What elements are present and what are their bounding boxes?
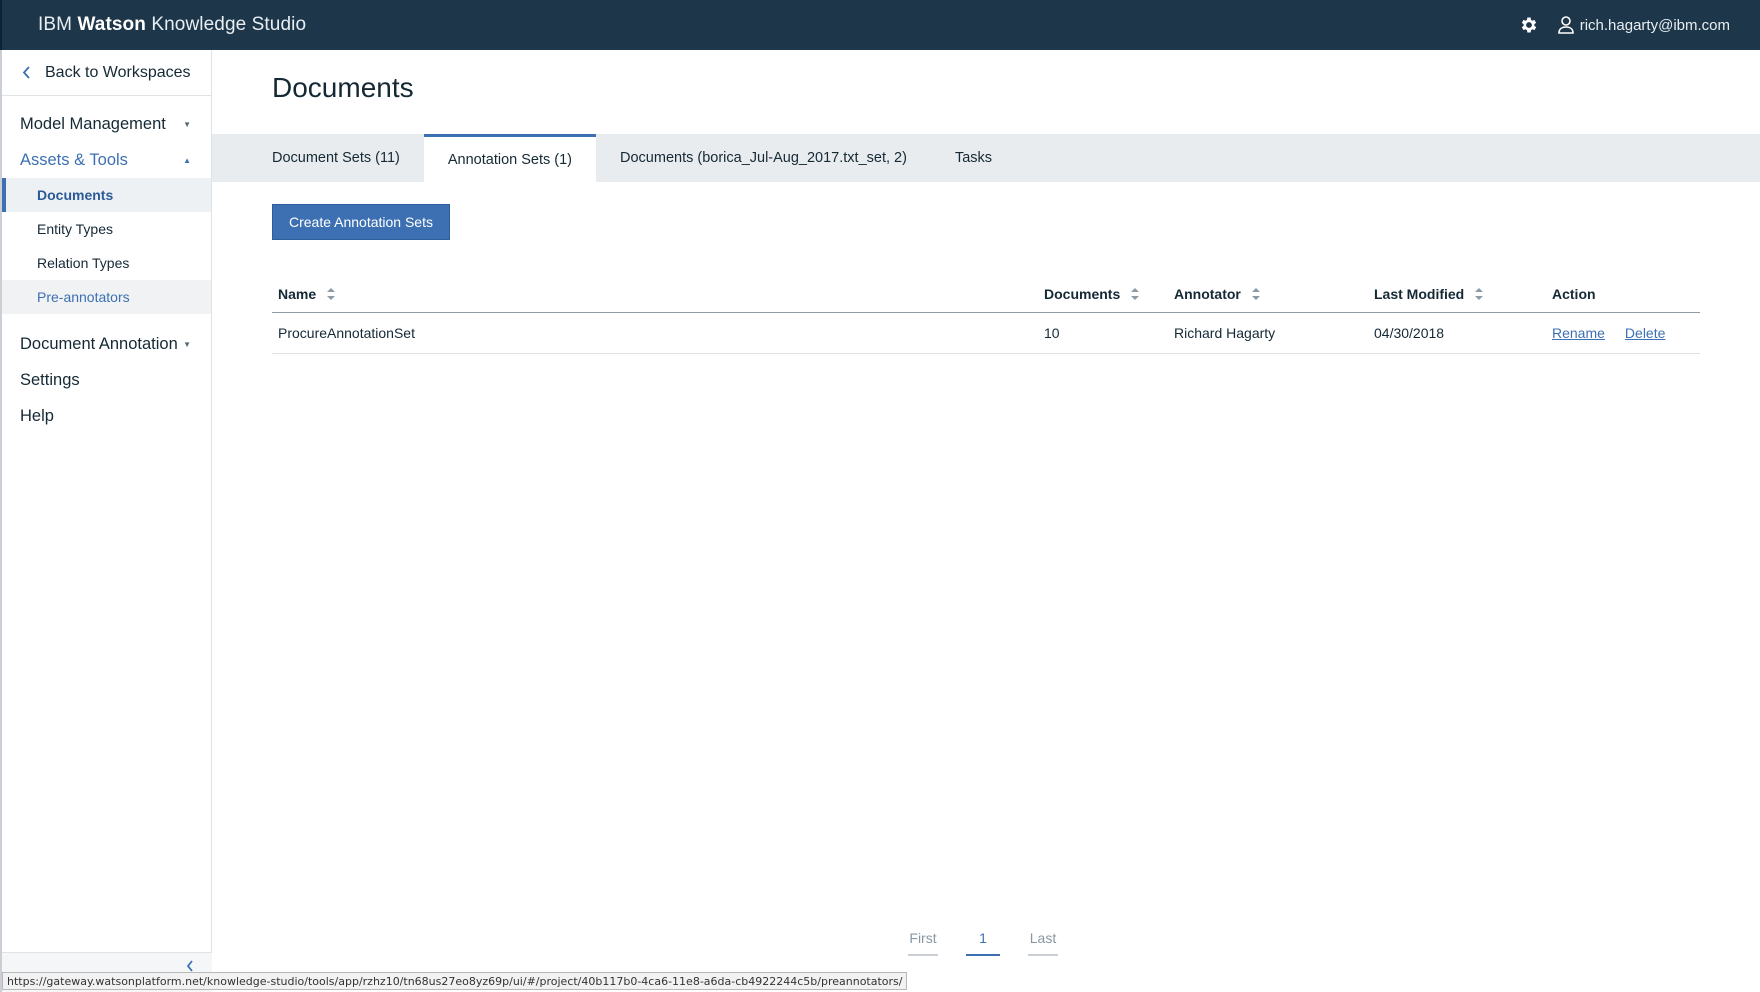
caret-down-icon: ▼ xyxy=(183,119,191,129)
sidebar-item-entity-types[interactable]: Entity Types xyxy=(2,212,211,246)
sidebar-group-label: Document Annotation xyxy=(20,334,178,353)
sidebar-group-document-annotation[interactable]: Document Annotation ▼ xyxy=(2,326,211,362)
main-content: Documents Document Sets (11) Annotation … xyxy=(212,50,1760,992)
cell-annotator: Richard Hagarty xyxy=(1174,325,1276,341)
brand-bold: Watson xyxy=(77,14,146,35)
back-to-workspaces-link[interactable]: Back to Workspaces xyxy=(2,50,211,96)
sidebar-group-model-management[interactable]: Model Management ▼ xyxy=(2,106,211,142)
column-header-last-modified[interactable]: Last Modified xyxy=(1368,286,1546,302)
sidebar-group-label: Help xyxy=(20,406,54,425)
pagination-first[interactable]: First xyxy=(908,930,938,956)
user-icon xyxy=(1557,16,1576,34)
cell-name: ProcureAnnotationSet xyxy=(278,325,415,341)
sort-icon[interactable] xyxy=(1251,286,1261,302)
column-header-annotator[interactable]: Annotator xyxy=(1168,286,1368,302)
table-header: Name Documents Annotator Last Modified A… xyxy=(272,276,1700,313)
column-header-documents[interactable]: Documents xyxy=(1038,286,1168,302)
sidebar-group-label: Model Management xyxy=(20,114,166,133)
sort-icon[interactable] xyxy=(1130,286,1140,302)
pagination: First 1 Last xyxy=(908,930,1058,956)
sidebar-item-help[interactable]: Help xyxy=(2,398,211,434)
pagination-last[interactable]: Last xyxy=(1028,930,1058,956)
tab-tasks[interactable]: Tasks xyxy=(931,134,1016,182)
sidebar-item-label: Pre-annotators xyxy=(37,289,130,305)
delete-link[interactable]: Delete xyxy=(1625,325,1665,341)
sidebar-item-settings[interactable]: Settings xyxy=(2,362,211,398)
column-label: Annotator xyxy=(1174,286,1241,302)
sort-icon[interactable] xyxy=(1474,286,1484,302)
table-row: ProcureAnnotationSet 10 Richard Hagarty … xyxy=(272,313,1700,354)
sidebar: Back to Workspaces Model Management ▼ As… xyxy=(0,50,212,992)
column-label: Documents xyxy=(1044,286,1121,302)
sidebar-group-label: Assets & Tools xyxy=(20,150,128,169)
column-label: Last Modified xyxy=(1374,286,1465,302)
sidebar-item-label: Relation Types xyxy=(37,255,130,271)
sidebar-group-assets-tools[interactable]: Assets & Tools ▲ xyxy=(2,142,211,178)
sidebar-item-label: Entity Types xyxy=(37,221,114,237)
brand-suffix: Knowledge Studio xyxy=(145,14,307,35)
header-actions: rich.hagarty@ibm.com xyxy=(1518,14,1730,36)
tab-bar: Document Sets (11) Annotation Sets (1) D… xyxy=(212,134,1760,182)
column-label: Action xyxy=(1552,286,1596,302)
cell-last-modified: 04/30/2018 xyxy=(1374,325,1445,341)
page-title: Documents xyxy=(272,72,414,103)
pagination-current-page[interactable]: 1 xyxy=(966,930,1000,956)
tab-documents-in-set[interactable]: Documents (borica_Jul-Aug_2017.txt_set, … xyxy=(596,134,931,182)
sidebar-item-relation-types[interactable]: Relation Types xyxy=(2,246,211,280)
sort-icon[interactable] xyxy=(326,286,336,302)
caret-down-icon: ▼ xyxy=(183,339,191,349)
top-header: IBM Watson Knowledge Studio rich.hagarty… xyxy=(0,0,1760,50)
create-annotation-sets-button[interactable]: Create Annotation Sets xyxy=(272,204,450,240)
sidebar-item-label: Documents xyxy=(37,187,114,203)
tab-document-sets[interactable]: Document Sets (11) xyxy=(248,134,424,182)
browser-status-url: https://gateway.watsonplatform.net/knowl… xyxy=(2,972,908,990)
user-email: rich.hagarty@ibm.com xyxy=(1579,16,1730,34)
column-label: Name xyxy=(278,286,317,302)
sidebar-item-pre-annotators[interactable]: Pre-annotators xyxy=(2,280,211,314)
column-header-action: Action xyxy=(1546,286,1700,302)
back-link-label: Back to Workspaces xyxy=(45,63,191,81)
brand-prefix: IBM xyxy=(38,14,78,35)
cell-documents: 10 xyxy=(1044,325,1060,341)
annotation-sets-table: Name Documents Annotator Last Modified A… xyxy=(272,276,1700,354)
chevron-left-icon xyxy=(22,66,31,79)
tab-annotation-sets[interactable]: Annotation Sets (1) xyxy=(423,134,597,182)
cell-actions: Rename Delete xyxy=(1546,325,1700,341)
caret-up-icon: ▲ xyxy=(183,155,191,165)
app-brand: IBM Watson Knowledge Studio xyxy=(38,14,306,36)
sidebar-item-documents[interactable]: Documents xyxy=(2,178,211,212)
user-menu[interactable]: rich.hagarty@ibm.com xyxy=(1557,16,1730,34)
gear-icon[interactable] xyxy=(1518,14,1540,36)
rename-link[interactable]: Rename xyxy=(1552,325,1605,341)
column-header-name[interactable]: Name xyxy=(272,286,1038,302)
sidebar-group-label: Settings xyxy=(20,370,80,389)
